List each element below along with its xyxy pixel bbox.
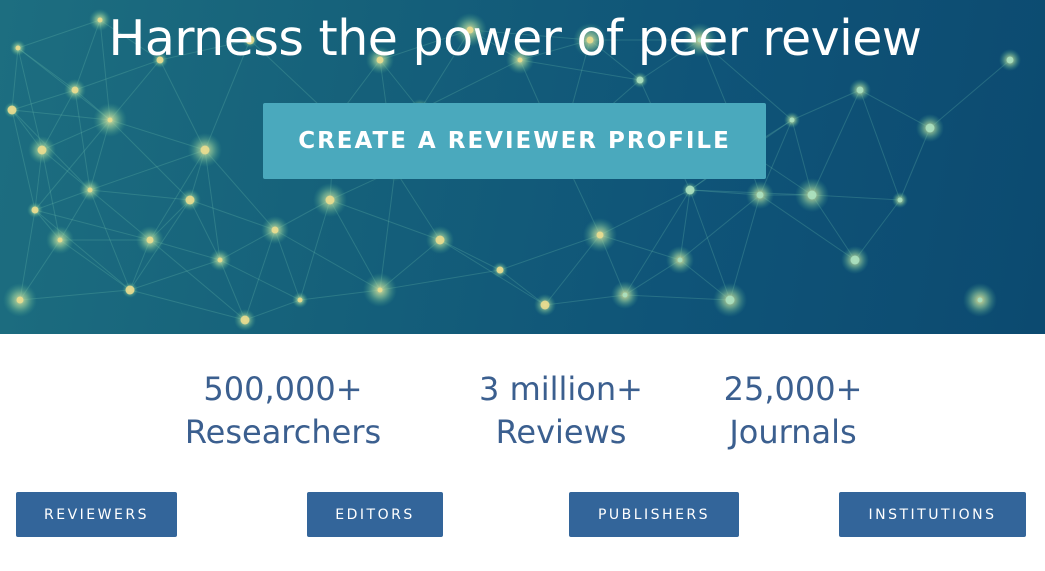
publishers-button[interactable]: PUBLISHERS bbox=[569, 492, 739, 537]
network-node bbox=[107, 117, 113, 123]
hero-title: Harness the power of peer review bbox=[108, 10, 922, 67]
stat-reviews: 3 million+ Reviews bbox=[458, 368, 664, 454]
network-node bbox=[57, 237, 63, 243]
network-line bbox=[379, 169, 396, 291]
network-node bbox=[31, 206, 39, 214]
network-node bbox=[185, 195, 195, 205]
stat-number: 25,000+ bbox=[723, 370, 863, 408]
network-node bbox=[850, 255, 860, 265]
stat-number: 500,000+ bbox=[203, 370, 363, 408]
network-line bbox=[379, 269, 501, 291]
network-node bbox=[636, 76, 644, 84]
network-node bbox=[789, 117, 795, 123]
network-node bbox=[200, 145, 210, 155]
stat-label: Researchers bbox=[184, 413, 382, 451]
network-line bbox=[679, 194, 761, 261]
network-node bbox=[325, 195, 335, 205]
network-node bbox=[925, 123, 935, 133]
network-node bbox=[240, 315, 250, 325]
network-node bbox=[596, 231, 604, 239]
network-line bbox=[859, 89, 901, 201]
network-line bbox=[74, 89, 91, 191]
network-line bbox=[89, 149, 206, 191]
editors-button[interactable]: EDITORS bbox=[307, 492, 443, 537]
stat-label: Reviews bbox=[495, 413, 627, 451]
network-node bbox=[271, 226, 279, 234]
network-node bbox=[856, 86, 864, 94]
network-node bbox=[685, 185, 695, 195]
network-node bbox=[146, 236, 154, 244]
hero-banner: Harness the power of peer review CREATE … bbox=[0, 0, 1045, 334]
network-node bbox=[677, 257, 683, 263]
network-line bbox=[791, 89, 861, 121]
network-node bbox=[125, 285, 135, 295]
create-reviewer-profile-button[interactable]: CREATE A REVIEWER PROFILE bbox=[263, 103, 766, 179]
network-line bbox=[274, 229, 381, 291]
network-node bbox=[16, 296, 24, 304]
network-node bbox=[71, 86, 79, 94]
network-node bbox=[87, 187, 93, 193]
network-node bbox=[297, 297, 303, 303]
network-node bbox=[977, 297, 983, 303]
network-line bbox=[329, 199, 441, 241]
stat-number: 3 million+ bbox=[479, 370, 643, 408]
network-node bbox=[7, 105, 17, 115]
network-node bbox=[377, 287, 383, 293]
network-node bbox=[540, 300, 550, 310]
network-line bbox=[129, 259, 221, 291]
reviewers-button[interactable]: REVIEWERS bbox=[16, 492, 177, 537]
stat-journals: 25,000+ Journals bbox=[708, 368, 878, 454]
network-node bbox=[496, 266, 504, 274]
stat-label: Journals bbox=[729, 413, 857, 451]
network-node bbox=[435, 235, 445, 245]
network-node bbox=[622, 292, 628, 298]
network-node bbox=[37, 145, 47, 155]
network-node bbox=[897, 197, 903, 203]
network-line bbox=[811, 89, 861, 196]
network-node bbox=[807, 190, 817, 200]
network-node bbox=[217, 257, 223, 263]
institutions-button[interactable]: INSTITUTIONS bbox=[839, 492, 1026, 537]
network-node bbox=[725, 295, 735, 305]
stat-researchers: 500,000+ Researchers bbox=[170, 368, 396, 454]
network-node bbox=[756, 191, 764, 199]
